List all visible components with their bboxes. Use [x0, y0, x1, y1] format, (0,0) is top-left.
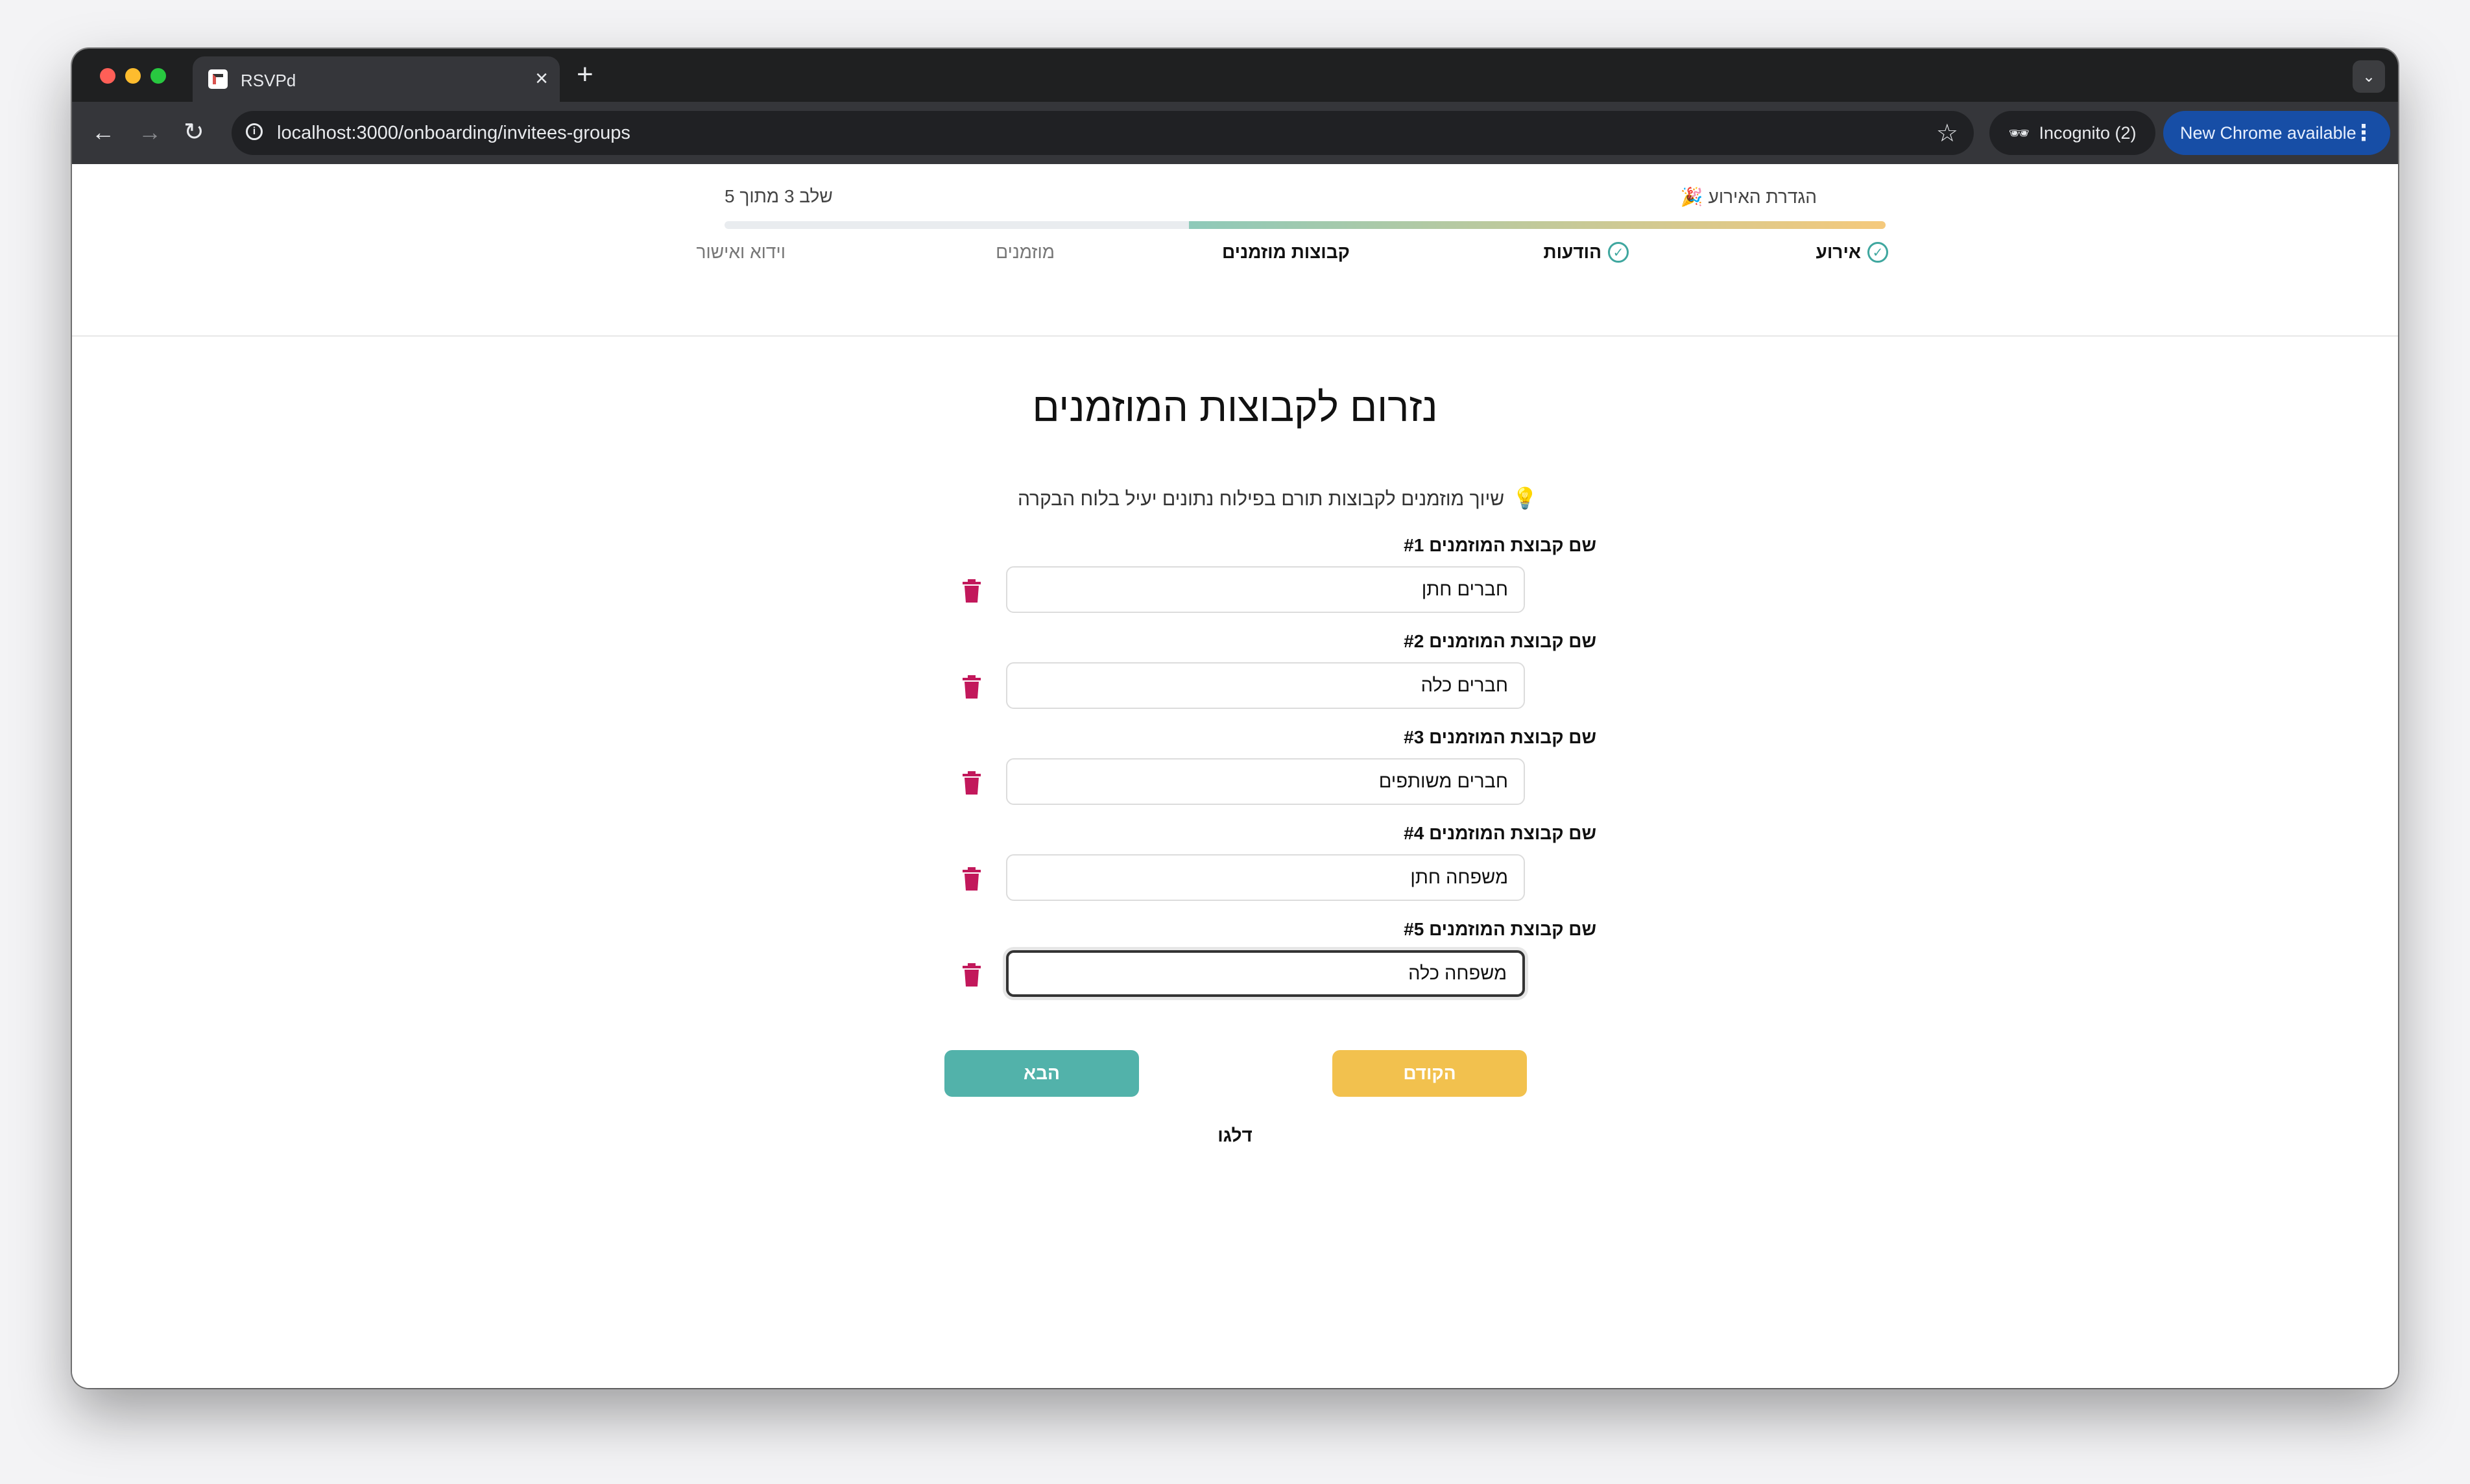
new-tab-button[interactable]: +: [577, 60, 594, 89]
group-input-2[interactable]: [1006, 662, 1525, 709]
group-input-4[interactable]: [1006, 854, 1525, 901]
tab-title: RSVPd: [241, 71, 296, 90]
stepper-title: הגדרת האירוע 🎉: [1680, 187, 1817, 207]
step-messages[interactable]: ✓ הודעות: [1543, 242, 1629, 263]
minimize-window-button[interactable]: [125, 68, 141, 84]
incognito-button[interactable]: 🕶 Incognito (2): [1989, 111, 2155, 155]
tab-strip: RSVPd × + ⌄: [72, 49, 2398, 102]
close-window-button[interactable]: [100, 68, 115, 84]
step-invitees[interactable]: מוזמנים: [996, 242, 1055, 263]
lightbulb-icon: 💡: [1512, 486, 1538, 510]
tip-label: שיוך מוזמנים לקבוצות תורם בפילוח נתונים …: [1017, 488, 1505, 510]
trash-icon[interactable]: [961, 579, 982, 603]
maximize-window-button[interactable]: [150, 68, 166, 84]
kebab-menu-icon[interactable]: ⋮: [2353, 120, 2375, 146]
trash-icon[interactable]: [961, 771, 982, 795]
trash-icon[interactable]: [961, 675, 982, 699]
group-input-1[interactable]: [1006, 566, 1525, 613]
browser-tab[interactable]: RSVPd ×: [193, 56, 560, 102]
group-label-2: שם קבוצת המוזמנים #2: [1404, 631, 1596, 651]
site-info-icon[interactable]: i: [246, 123, 263, 140]
chrome-update-label: New Chrome available: [2180, 123, 2356, 143]
url-text[interactable]: localhost:3000/onboarding/invitees-group…: [277, 123, 630, 144]
step-label: וידוא ואישור: [696, 242, 786, 262]
back-icon[interactable]: ←: [91, 116, 115, 149]
step-review[interactable]: וידוא ואישור: [697, 242, 786, 263]
address-bar[interactable]: i localhost:3000/onboarding/invitees-gro…: [232, 111, 1974, 155]
step-label: הודעות: [1543, 242, 1601, 262]
tab-search-icon[interactable]: ⌄: [2353, 60, 2385, 93]
tip-text: 💡 שיוך מוזמנים לקבוצות תורם בפילוח נתונים…: [1006, 486, 1538, 510]
browser-toolbar: ← → ↻ i localhost:3000/onboarding/invite…: [72, 102, 2398, 164]
tab-close-icon[interactable]: ×: [535, 66, 548, 91]
step-label: קבוצות מוזמנים: [1222, 242, 1350, 262]
incognito-label: Incognito (2): [2039, 123, 2137, 143]
reload-icon[interactable]: ↻: [184, 116, 204, 149]
browser-window: RSVPd × + ⌄ ← → ↻ i localhost:3000/onboa…: [72, 49, 2398, 1388]
next-button[interactable]: הבא: [944, 1050, 1139, 1097]
favicon-icon: [208, 69, 228, 89]
incognito-icon: 🕶: [2008, 123, 2030, 143]
group-label-3: שם קבוצת המוזמנים #3: [1404, 727, 1596, 747]
skip-link[interactable]: דלגו: [72, 1125, 2398, 1146]
trash-icon[interactable]: [961, 867, 982, 891]
group-label-4: שם קבוצת המוזמנים #4: [1404, 823, 1596, 843]
group-label-5: שם קבוצת המוזמנים #5: [1404, 919, 1596, 939]
check-circle-icon: ✓: [1867, 242, 1888, 263]
forward-icon[interactable]: →: [138, 116, 162, 149]
group-input-5[interactable]: [1006, 950, 1525, 997]
check-circle-icon: ✓: [1608, 242, 1629, 263]
onboarding-stepper: שלב 3 מתוך 5 הגדרת האירוע 🎉 ✓ אירוע ✓ הו…: [653, 164, 1888, 287]
header-divider: [72, 335, 2398, 337]
step-label: מוזמנים: [996, 242, 1055, 262]
step-count: שלב 3 מתוך 5: [725, 186, 833, 206]
group-label-1: שם קבוצת המוזמנים #1: [1404, 535, 1596, 555]
page-title: נזרום לקבוצות המוזמנים: [1032, 385, 1438, 430]
step-label: אירוע: [1816, 242, 1861, 262]
progress-fill: [1189, 221, 1886, 229]
page-content: שלב 3 מתוך 5 הגדרת האירוע 🎉 ✓ אירוע ✓ הו…: [72, 164, 2398, 1388]
step-invitee-groups[interactable]: קבוצות מוזמנים: [1222, 242, 1350, 263]
previous-button[interactable]: הקודם: [1332, 1050, 1527, 1097]
chrome-update-button[interactable]: New Chrome available ⋮: [2163, 111, 2390, 155]
bookmark-star-icon[interactable]: ☆: [1936, 119, 1958, 148]
group-input-3[interactable]: [1006, 758, 1525, 805]
trash-icon[interactable]: [961, 963, 982, 987]
progress-track: [725, 221, 1886, 229]
step-event[interactable]: ✓ אירוע: [1816, 242, 1888, 263]
